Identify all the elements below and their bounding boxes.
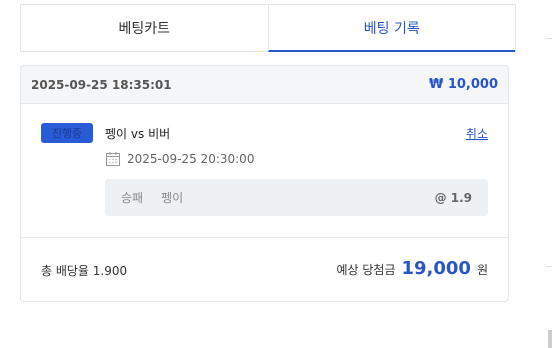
- selection-type: 승패: [121, 191, 144, 205]
- edge-divider: [546, 266, 552, 267]
- edge-divider: [546, 38, 552, 39]
- tab-bet-cart[interactable]: 베팅카트: [21, 5, 268, 52]
- card-header: 2025-09-25 18:35:01 ₩ 10,000: [21, 66, 508, 104]
- bet-placed-time: 2025-09-25 18:35:01: [31, 77, 172, 92]
- expected-payout-unit: 원: [476, 263, 488, 277]
- expected-payout-value: 19,000: [401, 258, 471, 279]
- card-divider: [21, 237, 508, 238]
- expected-payout: 예상 당첨금 19,000 원: [336, 258, 488, 279]
- match-title: 펭이 vs 비버: [105, 127, 171, 141]
- status-badge: 진행중: [41, 123, 93, 143]
- bet-record-card: 2025-09-25 18:35:01 ₩ 10,000 진행중 펭이 vs 비…: [20, 65, 509, 302]
- expected-payout-label: 예상 당첨금: [336, 263, 396, 277]
- tab-bar: 베팅카트 베팅 기록: [20, 4, 516, 52]
- selection-odds: @ 1.9: [434, 190, 472, 205]
- selection-pick: 펭이: [161, 191, 184, 205]
- selection-box: 승패 펭이 @ 1.9: [105, 179, 488, 216]
- total-odds: 총 배당율 1.900: [41, 264, 128, 278]
- cancel-button[interactable]: 취소: [466, 125, 488, 142]
- bet-amount: ₩ 10,000: [428, 77, 498, 92]
- match-schedule: 2025-09-25 20:30:00: [105, 151, 254, 167]
- match-time: 2025-09-25 20:30:00: [127, 152, 255, 166]
- calendar-icon: [106, 152, 120, 166]
- scrollbar[interactable]: [548, 330, 552, 348]
- tab-bet-history[interactable]: 베팅 기록: [267, 5, 515, 52]
